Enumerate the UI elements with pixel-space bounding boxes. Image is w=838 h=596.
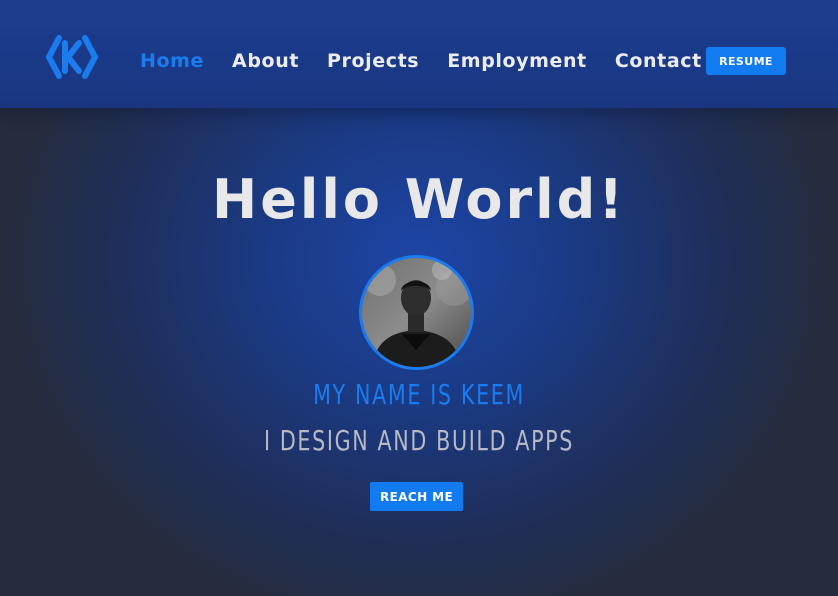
- nav-link-contact[interactable]: Contact: [615, 50, 702, 72]
- resume-button[interactable]: RESUME: [706, 47, 786, 75]
- name-heading: MY NAME IS KEEM: [313, 378, 525, 411]
- reach-me-button[interactable]: REACH ME: [370, 482, 463, 511]
- nav-link-home[interactable]: Home: [140, 50, 204, 72]
- k-brackets-logo-icon[interactable]: [46, 34, 98, 80]
- profile-photo: [359, 255, 474, 370]
- navbar: Home About Projects Employment Contact R…: [0, 0, 838, 108]
- hero-title: Hello World!: [212, 168, 626, 231]
- nav-link-about[interactable]: About: [232, 50, 299, 72]
- nav-link-employment[interactable]: Employment: [447, 50, 587, 72]
- nav-links: Home About Projects Employment Contact: [140, 46, 730, 76]
- nav-link-projects[interactable]: Projects: [327, 50, 419, 72]
- tagline: I DESIGN AND BUILD APPS: [263, 424, 575, 457]
